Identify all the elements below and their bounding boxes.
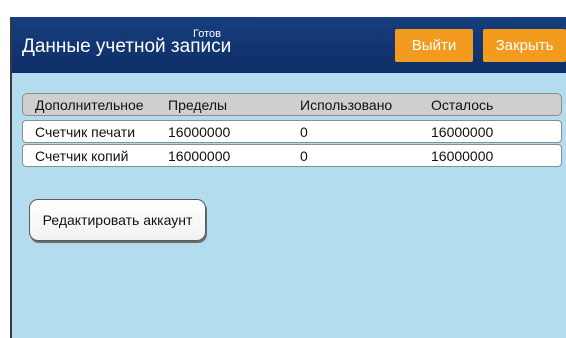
status-text: Готов	[193, 28, 221, 40]
header-bar: Данные учетной записи Готов Выйти Закрыт…	[12, 17, 566, 73]
table-row-print-counter[interactable]: Счетчик печати 16000000 0 16000000	[22, 120, 562, 143]
column-header-used: Использовано	[300, 97, 393, 113]
row-remaining: 16000000	[431, 124, 494, 140]
logout-button[interactable]: Выйти	[395, 29, 473, 62]
table-header: Дополнительное Пределы Использовано Оста…	[22, 93, 562, 116]
close-button[interactable]: Закрыть	[483, 29, 566, 62]
column-header-limits: Пределы	[168, 97, 228, 113]
column-header-remaining: Осталось	[431, 97, 494, 113]
table-row-copy-counter[interactable]: Счетчик копий 16000000 0 16000000	[22, 144, 562, 167]
row-remaining: 16000000	[431, 148, 494, 164]
row-limit: 16000000	[168, 148, 231, 164]
row-used: 0	[300, 124, 308, 140]
row-used: 0	[300, 148, 308, 164]
screen: Данные учетной записи Готов Выйти Закрыт…	[0, 0, 566, 338]
row-name: Счетчик копий	[35, 148, 129, 164]
account-panel: Данные учетной записи Готов Выйти Закрыт…	[10, 17, 566, 338]
column-header-additional: Дополнительное	[35, 97, 144, 113]
row-name: Счетчик печати	[35, 124, 136, 140]
row-limit: 16000000	[168, 124, 231, 140]
edit-account-button[interactable]: Редактировать аккаунт	[29, 199, 206, 241]
